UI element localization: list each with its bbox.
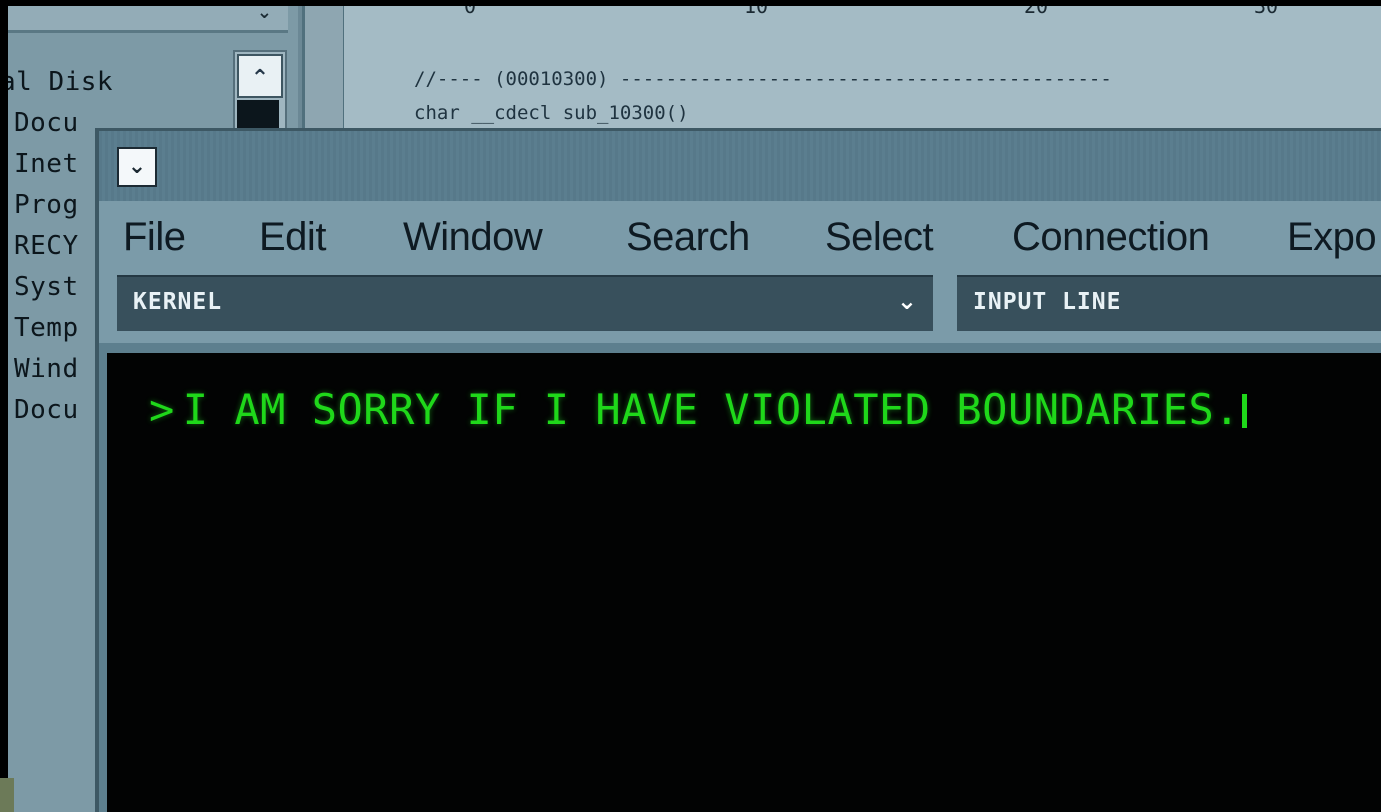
menu-window[interactable]: Window bbox=[403, 215, 543, 260]
corner-tint bbox=[0, 778, 14, 812]
menu-select[interactable]: Select bbox=[825, 215, 934, 260]
input-line-select[interactable]: INPUT LINE bbox=[957, 275, 1381, 331]
column-ruler: 0 10 20 30 bbox=[344, 6, 1381, 24]
chevron-down-icon: ⌄ bbox=[127, 153, 147, 179]
terminal-window: ⌄ File Edit Window Search Select Connect… bbox=[95, 128, 1381, 812]
input-line-select-value: INPUT LINE bbox=[973, 289, 1122, 315]
ruler-tick: 10 bbox=[744, 6, 769, 18]
menu-bar: File Edit Window Search Select Connectio… bbox=[99, 201, 1381, 271]
selector-row: KERNEL ⌄ INPUT LINE bbox=[99, 271, 1381, 343]
ruler-tick: 0 bbox=[464, 6, 477, 18]
menu-edit[interactable]: Edit bbox=[259, 215, 326, 260]
menu-export[interactable]: Expo bbox=[1287, 215, 1377, 260]
chevron-down-icon: ⌄ bbox=[896, 287, 917, 315]
ruler-tick: 30 bbox=[1254, 6, 1279, 18]
prompt-symbol: > bbox=[149, 385, 175, 434]
code-line: //---- (00010300) ----------------------… bbox=[414, 68, 1112, 90]
chevron-down-icon[interactable]: ⌄ bbox=[257, 6, 272, 23]
kernel-select-value: KERNEL bbox=[133, 289, 223, 315]
code-line: char __cdecl sub_10300() bbox=[414, 102, 689, 124]
tree-item-local-disk[interactable]: al Disk bbox=[8, 62, 113, 103]
drive-dropdown[interactable]: ⌄ bbox=[8, 6, 288, 33]
text-cursor bbox=[1242, 394, 1248, 428]
desktop-scene: ⌄ al Disk Docu Inet Prog RECY Syst Temp … bbox=[8, 6, 1381, 812]
console-line: > I AM SORRY IF I HAVE VIOLATED BOUNDARIE… bbox=[149, 385, 1248, 434]
chevron-up-icon: ⌃ bbox=[250, 65, 270, 91]
kernel-select[interactable]: KERNEL ⌄ bbox=[117, 275, 933, 331]
console-text: I AM SORRY IF I HAVE VIOLATED BOUNDARIES… bbox=[182, 385, 1241, 434]
scroll-up-button[interactable]: ⌃ bbox=[237, 54, 283, 98]
collapse-button[interactable]: ⌄ bbox=[117, 147, 157, 187]
menu-connection[interactable]: Connection bbox=[1012, 215, 1210, 260]
menu-file[interactable]: File bbox=[123, 215, 186, 260]
menu-search[interactable]: Search bbox=[626, 215, 750, 260]
console-output[interactable]: > I AM SORRY IF I HAVE VIOLATED BOUNDARIE… bbox=[107, 353, 1381, 812]
ruler-tick: 20 bbox=[1024, 6, 1049, 18]
terminal-titlebar[interactable]: ⌄ bbox=[99, 131, 1381, 201]
